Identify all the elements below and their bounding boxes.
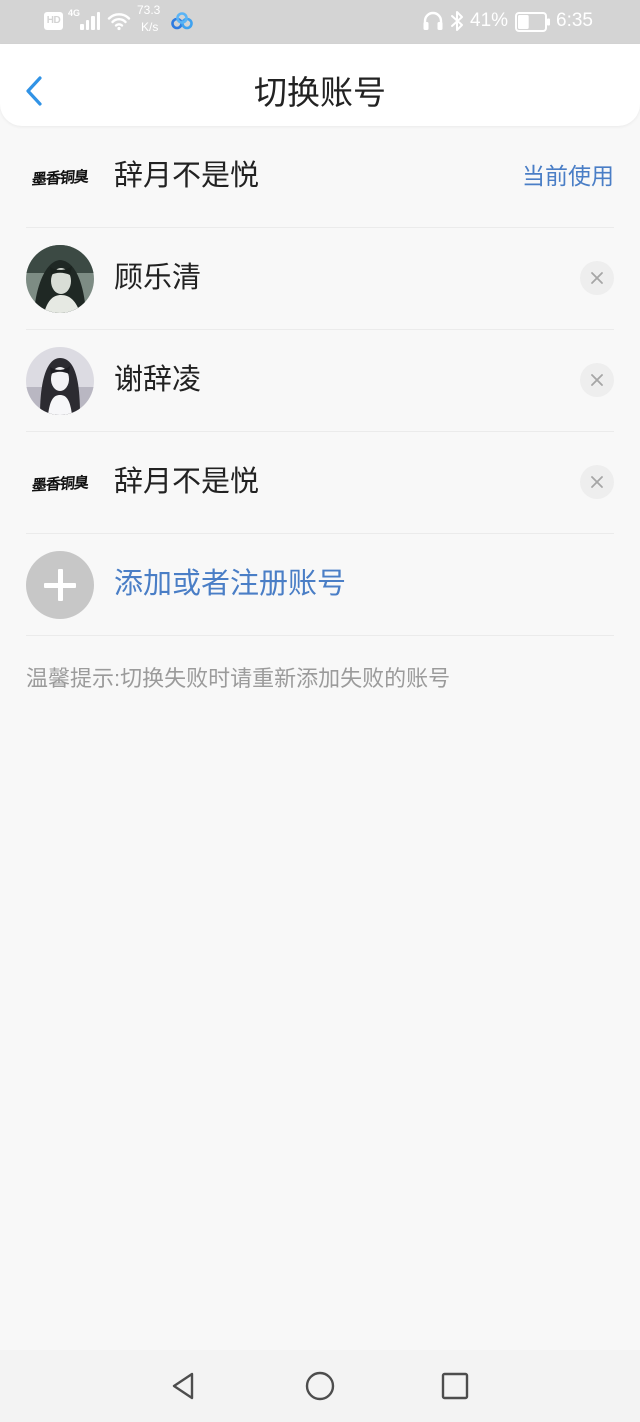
recents-square-icon — [441, 1372, 469, 1400]
status-bar: HD 4G 73.3 K/s 41% 6:35 — [0, 0, 640, 44]
clock: 6:35 — [556, 10, 593, 31]
net-speed-value: 73.3 — [137, 3, 161, 17]
nav-back-button[interactable] — [161, 1364, 205, 1408]
hd-icon: HD — [44, 12, 63, 30]
nav-recents-button[interactable] — [433, 1364, 477, 1408]
page-title: 切换账号 — [254, 74, 386, 111]
battery-icon — [515, 12, 551, 32]
home-circle-icon — [305, 1371, 335, 1401]
account-row[interactable]: 顾乐清 — [26, 228, 614, 330]
account-list: 墨香铜臭 辞月不是悦 当前使用 顾乐清 谢辞凌 墨香铜臭 辞月不是悦 添加或者注… — [26, 126, 614, 636]
header-bar: 切换账号 — [0, 44, 640, 126]
battery-percent: 41% — [470, 10, 509, 31]
plus-icon — [26, 551, 94, 619]
avatar: 墨香铜臭 — [26, 143, 94, 211]
account-name: 谢辞凌 — [114, 364, 202, 396]
bluetooth-icon — [450, 10, 464, 32]
remove-account-button[interactable] — [580, 465, 614, 499]
account-row[interactable]: 谢辞凌 — [26, 330, 614, 432]
close-icon — [591, 374, 603, 386]
signal-bar — [80, 24, 84, 30]
back-triangle-icon — [172, 1372, 194, 1400]
account-row[interactable]: 墨香铜臭 辞月不是悦 当前使用 — [26, 126, 614, 228]
avatar-signature: 墨香铜臭 — [31, 166, 89, 189]
account-row[interactable]: 墨香铜臭 辞月不是悦 — [26, 432, 614, 534]
add-account-label: 添加或者注册账号 — [114, 568, 347, 600]
signal-bar — [96, 12, 100, 30]
account-name: 顾乐清 — [114, 262, 202, 294]
account-name: 辞月不是悦 — [114, 160, 260, 192]
add-account-button[interactable]: 添加或者注册账号 — [26, 534, 614, 636]
avatar — [26, 245, 94, 313]
network-type-label: 4G — [68, 8, 81, 18]
close-icon — [591, 476, 603, 488]
cellular-signal-icon — [80, 12, 101, 30]
avatar-signature: 墨香铜臭 — [31, 472, 89, 495]
wifi-icon — [107, 11, 131, 31]
remove-account-button[interactable] — [580, 363, 614, 397]
avatar — [26, 347, 94, 415]
signal-bar — [91, 16, 95, 30]
cloud-sync-icon — [170, 12, 194, 30]
tip-text: 温馨提示:切换失败时请重新添加失败的账号 — [26, 666, 451, 691]
avatar: 墨香铜臭 — [26, 449, 94, 517]
signal-bar — [85, 20, 89, 30]
plus-bar — [57, 569, 63, 601]
nav-home-button[interactable] — [298, 1364, 342, 1408]
battery-fill — [518, 15, 529, 29]
current-account-label: 当前使用 — [522, 163, 614, 189]
net-speed-unit: K/s — [141, 20, 159, 34]
close-icon — [591, 272, 603, 284]
system-nav-bar — [0, 1350, 640, 1422]
remove-account-button[interactable] — [580, 261, 614, 295]
headphones-icon — [422, 11, 444, 31]
account-name: 辞月不是悦 — [114, 466, 260, 498]
